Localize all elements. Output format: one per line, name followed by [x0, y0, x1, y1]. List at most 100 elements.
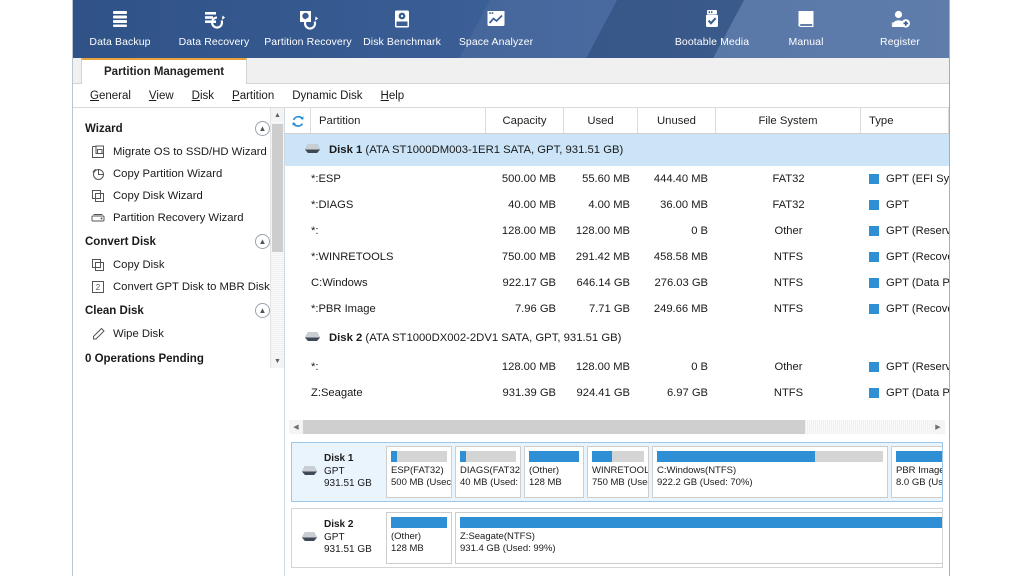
- cell-used: 128.00 MB: [564, 361, 638, 373]
- sidebar-section-clean-disk[interactable]: Clean Disk ▲: [73, 298, 284, 323]
- cell-unused: 458.58 MB: [638, 251, 716, 263]
- cell-used: 646.14 GB: [564, 277, 638, 289]
- disk-map-info: Disk 2GPT931.51 GB: [292, 509, 386, 567]
- disk-map-partition[interactable]: (Other)128 MB: [386, 512, 452, 564]
- toolbar-left-group: Data Backup Data Recovery Partition Reco…: [73, 0, 543, 58]
- toolbar-button-data-recovery[interactable]: Data Recovery: [167, 0, 261, 58]
- sidebar-item-copy-disk[interactable]: Copy Disk: [73, 254, 284, 276]
- table-row[interactable]: *:128.00 MB128.00 MB0 BOtherGPT (Reserve…: [285, 218, 949, 244]
- column-header-partition[interactable]: Partition: [311, 108, 486, 133]
- disk-map-partition[interactable]: C:Windows(NTFS)922.2 GB (Used: 70%): [652, 446, 888, 498]
- cell-capacity: 128.00 MB: [486, 361, 564, 373]
- disk-header-row[interactable]: Disk 1 (ATA ST1000DM003-1ER1 SATA, GPT, …: [285, 134, 949, 166]
- table-row[interactable]: *:128.00 MB128.00 MB0 BOtherGPT (Reserve…: [285, 354, 949, 380]
- disk-map-partition[interactable]: (Other)128 MB: [524, 446, 584, 498]
- chevron-up-icon[interactable]: ▲: [255, 303, 270, 318]
- sidebar-scrollbar-thumb[interactable]: [272, 124, 283, 252]
- sidebar-item-convert-gpt-to-mbr[interactable]: 2 Convert GPT Disk to MBR Disk: [73, 276, 284, 298]
- sidebar-item-label: Convert GPT Disk to MBR Disk: [113, 281, 270, 293]
- menu-bar: General View Disk Partition Dynamic Disk…: [73, 84, 949, 108]
- disk-map-card[interactable]: Disk 1GPT931.51 GB ESP(FAT32)500 MB (Usec…: [291, 442, 943, 502]
- table-row[interactable]: *:DIAGS40.00 MB4.00 MB36.00 MBFAT32GPT: [285, 192, 949, 218]
- table-horizontal-scrollbar[interactable]: ◀ ▶: [289, 420, 945, 434]
- disk-map-label: Disk 2GPT931.51 GB: [324, 519, 372, 557]
- disk-map-card[interactable]: Disk 2GPT931.51 GB (Other)128 MBZ:Seagate…: [291, 508, 943, 568]
- cell-capacity: 128.00 MB: [486, 225, 564, 237]
- chevron-up-icon[interactable]: ▲: [255, 121, 270, 136]
- chevron-up-icon[interactable]: ▲: [255, 234, 270, 249]
- scroll-right-icon[interactable]: ▶: [931, 423, 945, 431]
- sidebar-item-copy-partition-wizard[interactable]: Copy Partition Wizard: [73, 163, 284, 185]
- cell-type: GPT (Recovery Partit: [861, 251, 949, 263]
- table-row[interactable]: *:WINRETOOLS750.00 MB291.42 MB458.58 MBN…: [285, 244, 949, 270]
- disk-map-label: Disk 1GPT931.51 GB: [324, 453, 372, 491]
- cell-file-system: Other: [716, 361, 861, 373]
- disk-map-partitions: ESP(FAT32)500 MB (UsecDIAGS(FAT32)40 MB …: [386, 443, 943, 501]
- usage-bar: [391, 451, 447, 462]
- cell-type: GPT: [861, 199, 949, 211]
- toolbar-button-manual[interactable]: Manual: [759, 0, 853, 58]
- scroll-down-icon[interactable]: ▼: [271, 354, 284, 368]
- sidebar-item-label: Copy Disk Wizard: [113, 190, 203, 202]
- partition-map-subtitle: 40 MB (Used:: [460, 477, 516, 489]
- table-row[interactable]: *:PBR Image7.96 GB7.71 GB249.66 MBNTFSGP…: [285, 296, 949, 322]
- copy-partition-icon: [91, 167, 113, 181]
- menu-item-dynamic-disk[interactable]: Dynamic Disk: [283, 88, 371, 104]
- menu-item-help[interactable]: Help: [372, 88, 414, 104]
- disk-map-partition[interactable]: Z:Seagate(NTFS)931.4 GB (Used: 99%): [455, 512, 943, 564]
- column-header-file-system[interactable]: File System: [716, 108, 861, 133]
- disk-icon: [300, 529, 318, 548]
- sidebar-section-title: Convert Disk: [85, 236, 156, 248]
- column-header-used[interactable]: Used: [564, 108, 638, 133]
- cell-capacity: 922.17 GB: [486, 277, 564, 289]
- column-header-unused[interactable]: Unused: [638, 108, 716, 133]
- toolbar-button-bootable-media[interactable]: Bootable Media: [665, 0, 759, 58]
- toolbar-button-data-backup[interactable]: Data Backup: [73, 0, 167, 58]
- disk-map-partition[interactable]: ESP(FAT32)500 MB (Usec: [386, 446, 452, 498]
- sidebar-section-convert-disk[interactable]: Convert Disk ▲: [73, 229, 284, 254]
- register-icon: [889, 5, 911, 33]
- sidebar-scroll-content: Wizard ▲ Migrate OS to SSD/HD Wizard Cop…: [73, 108, 284, 369]
- toolbar-button-register[interactable]: Register: [853, 0, 947, 58]
- disk-map-partition[interactable]: PBR Image(N8.0 GB (Used:: [891, 446, 943, 498]
- column-header-capacity[interactable]: Capacity: [486, 108, 564, 133]
- main-toolbar: Data Backup Data Recovery Partition Reco…: [73, 0, 949, 58]
- hscroll-thumb[interactable]: [303, 420, 805, 434]
- column-header-type[interactable]: Type: [861, 108, 949, 133]
- toolbar-button-disk-benchmark[interactable]: Disk Benchmark: [355, 0, 449, 58]
- table-row[interactable]: C:Windows922.17 GB646.14 GB276.03 GBNTFS…: [285, 270, 949, 296]
- sidebar-scrollbar[interactable]: ▲ ▼: [270, 108, 284, 368]
- sidebar-item-partition-recovery-wizard[interactable]: Partition Recovery Wizard: [73, 207, 284, 229]
- toolbar-label: Data Backup: [89, 36, 150, 48]
- disk-header-row[interactable]: Disk 2 (ATA ST1000DX002-2DV1 SATA, GPT, …: [285, 322, 949, 354]
- cell-type-label: GPT (Recovery Partit: [886, 303, 949, 315]
- partition-map-title: DIAGS(FAT32): [460, 465, 516, 477]
- sidebar-item-migrate-os[interactable]: Migrate OS to SSD/HD Wizard: [73, 141, 284, 163]
- scroll-left-icon[interactable]: ◀: [289, 423, 303, 431]
- table-row[interactable]: Z:Seagate931.39 GB924.41 GB6.97 GBNTFSGP…: [285, 380, 949, 406]
- sidebar-item-copy-disk-wizard[interactable]: Copy Disk Wizard: [73, 185, 284, 207]
- disk-map-partition[interactable]: WINRETOOLS750 MB (Usec: [587, 446, 649, 498]
- menu-item-disk[interactable]: Disk: [183, 88, 223, 104]
- hscroll-track[interactable]: [303, 420, 931, 434]
- menu-item-general[interactable]: General: [81, 88, 140, 104]
- toolbar-button-partition-recovery[interactable]: Partition Recovery: [261, 0, 355, 58]
- table-header-row: Partition Capacity Used Unused File Syst…: [285, 108, 949, 134]
- menu-item-partition[interactable]: Partition: [223, 88, 283, 104]
- sidebar-item-wipe-disk[interactable]: Wipe Disk: [73, 323, 284, 345]
- cell-unused: 0 B: [638, 225, 716, 237]
- sidebar-item-label: Copy Partition Wizard: [113, 168, 222, 180]
- disk-icon: [300, 463, 318, 482]
- sidebar-section-wizard[interactable]: Wizard ▲: [73, 116, 284, 141]
- tab-partition-management[interactable]: Partition Management: [81, 58, 247, 84]
- disk-map-partition[interactable]: DIAGS(FAT32)40 MB (Used:: [455, 446, 521, 498]
- cell-file-system: NTFS: [716, 251, 861, 263]
- menu-item-view[interactable]: View: [140, 88, 183, 104]
- toolbar-button-space-analyzer[interactable]: Space Analyzer: [449, 0, 543, 58]
- sidebar-item-label: Partition Recovery Wizard: [113, 212, 244, 224]
- table-row[interactable]: *:ESP500.00 MB55.60 MB444.40 MBFAT32GPT …: [285, 166, 949, 192]
- disk-map-area: Disk 1GPT931.51 GB ESP(FAT32)500 MB (Usec…: [285, 438, 949, 576]
- refresh-button[interactable]: [285, 108, 311, 133]
- scroll-up-icon[interactable]: ▲: [271, 108, 284, 122]
- refresh-icon: [291, 114, 305, 128]
